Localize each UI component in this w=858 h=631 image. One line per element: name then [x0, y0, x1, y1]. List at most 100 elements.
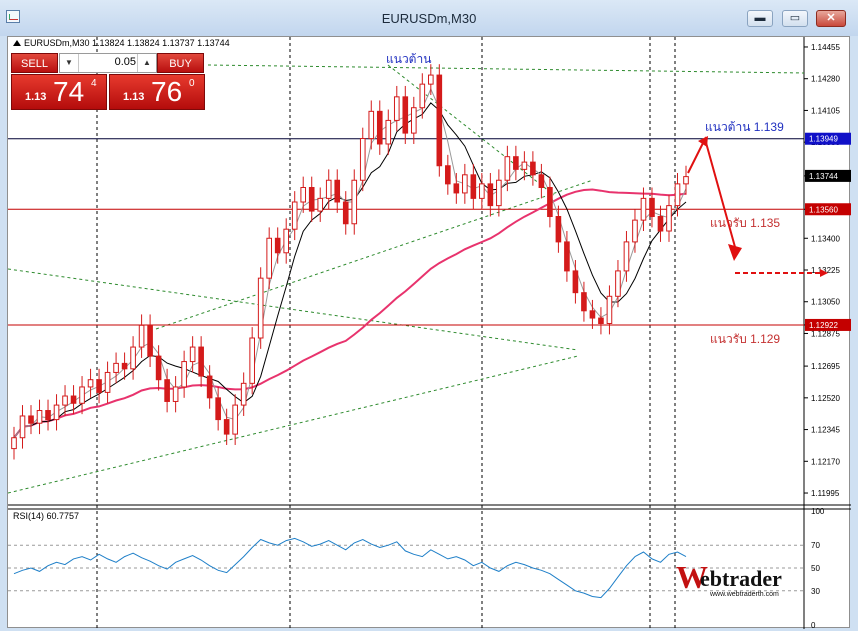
symbol-ohlc-text: EURUSDm,M30 1.13824 1.13824 1.13737 1.13… — [24, 38, 230, 48]
candle-body — [538, 174, 545, 188]
candle-body — [649, 197, 655, 218]
lot-size-stepper[interactable]: ▼ 0.05 ▲ — [59, 53, 157, 73]
candle-body — [359, 138, 366, 181]
candle-body — [572, 270, 579, 294]
candle-body — [62, 395, 68, 406]
candle-body — [240, 382, 247, 406]
candle-body — [615, 270, 621, 297]
candle-body — [470, 174, 477, 199]
candle-body — [351, 179, 358, 225]
trendline-rising — [155, 179, 594, 330]
sell-price-box[interactable]: 1.13 74 4 — [11, 74, 107, 110]
candle-body — [393, 96, 400, 121]
buy-price-prefix: 1.13 — [123, 91, 145, 103]
window-title: EURUSDm,M30 — [381, 11, 477, 26]
candle-body — [11, 437, 17, 450]
candle-body — [249, 337, 255, 384]
candle-body — [28, 415, 34, 424]
annotation-top-resistance: แนวต้าน — [386, 52, 432, 66]
candle-body — [53, 404, 60, 421]
candle-body — [181, 361, 187, 388]
rsi-level-label-0: 100 — [811, 507, 825, 516]
y-tick-label-12: 1.12520 — [811, 394, 840, 403]
y-tick-label-1: 1.14280 — [811, 75, 840, 84]
candle-body — [376, 110, 383, 145]
candle-body — [215, 397, 221, 421]
candle-body — [283, 228, 290, 254]
buy-price-pip: 0 — [189, 78, 195, 89]
candle-body — [300, 186, 307, 203]
candle-body — [555, 216, 562, 243]
annotation-support-1: แนวรับ 1.135 — [710, 216, 781, 230]
candle-body — [342, 201, 349, 225]
candle-body — [632, 219, 638, 243]
lot-increase-button[interactable]: ▲ — [137, 54, 156, 72]
y-tick-label-8: 1.13050 — [811, 298, 840, 307]
rsi-level-label-4: 0 — [811, 621, 816, 629]
lot-decrease-button[interactable]: ▼ — [60, 54, 79, 72]
candle-body — [87, 379, 94, 388]
symbol-triangle-icon — [13, 40, 21, 46]
lot-size-input[interactable]: 0.05 — [80, 56, 136, 68]
candle-body — [657, 216, 664, 232]
maximize-button[interactable]: ▭ — [782, 10, 808, 27]
candle-body — [419, 83, 426, 109]
candle-body — [96, 379, 102, 393]
candle-body — [172, 386, 179, 402]
terminal-window: EURUSDm,M30 ▬ ▭ ✕ 1.14455 1.14280 1.14105 1… — [0, 0, 858, 631]
buy-button[interactable]: BUY — [157, 53, 204, 73]
logo-url: www.webtraderth.com — [710, 591, 779, 598]
candle-body — [36, 410, 43, 424]
sell-price-prefix: 1.13 — [25, 91, 47, 103]
candle-body — [189, 346, 196, 363]
candle-body — [104, 371, 111, 393]
candle-body — [462, 174, 468, 194]
buy-price-main: 76 — [151, 76, 183, 107]
candle-body — [487, 183, 494, 207]
y-tick-label-11: 1.12695 — [811, 362, 840, 371]
moving-average-short — [13, 102, 687, 439]
candle-body — [479, 183, 485, 199]
sell-price-pip: 4 — [91, 78, 97, 89]
y-tick-label-13: 1.12345 — [811, 426, 840, 435]
title-bar[interactable]: EURUSDm,M30 ▬ ▭ ✕ — [0, 0, 858, 36]
rsi-level-label-3: 30 — [811, 587, 820, 596]
candle-body — [334, 179, 341, 203]
candle-body — [428, 74, 434, 85]
candle-body — [436, 74, 443, 167]
candle-body — [530, 161, 536, 176]
buy-price-box[interactable]: 1.13 76 0 — [109, 74, 205, 110]
sell-button[interactable]: SELL — [11, 53, 58, 73]
candle-body — [683, 176, 689, 185]
candle-body — [410, 107, 417, 134]
candle-body — [598, 317, 604, 324]
candle-body — [274, 237, 281, 254]
y-tick-label-0: 1.14455 — [811, 43, 840, 52]
candle-body — [147, 324, 153, 357]
candle-body — [138, 324, 145, 348]
candle-body — [19, 415, 26, 439]
rsi-level-label-2: 50 — [811, 564, 820, 573]
symbol-ohlc-label: EURUSDm,M30 1.13824 1.13824 1.13737 1.13… — [13, 38, 230, 48]
candle-body — [674, 183, 681, 207]
candle-body — [496, 179, 502, 207]
candle-body — [164, 379, 170, 402]
webtrader-logo: W ebtrader www.webtraderth.com — [676, 560, 806, 606]
candle-body — [547, 186, 553, 218]
level-tag-text-0: 1.13949 — [809, 135, 838, 144]
candle-body — [155, 355, 162, 381]
y-tick-label-15: 1.11995 — [811, 489, 840, 498]
candle-body — [232, 404, 238, 435]
candle-body — [504, 156, 511, 181]
rsi-level-label-1: 70 — [811, 541, 820, 550]
close-button[interactable]: ✕ — [816, 10, 846, 27]
candle-body — [113, 362, 119, 373]
y-tick-label-2: 1.14105 — [811, 106, 840, 115]
candle-body — [581, 292, 587, 312]
candle-body — [121, 362, 128, 370]
minimize-button[interactable]: ▬ — [747, 10, 773, 27]
candle-body — [606, 295, 613, 324]
candle-body — [291, 201, 298, 230]
candle-body — [564, 241, 570, 272]
candle-body — [45, 410, 51, 421]
